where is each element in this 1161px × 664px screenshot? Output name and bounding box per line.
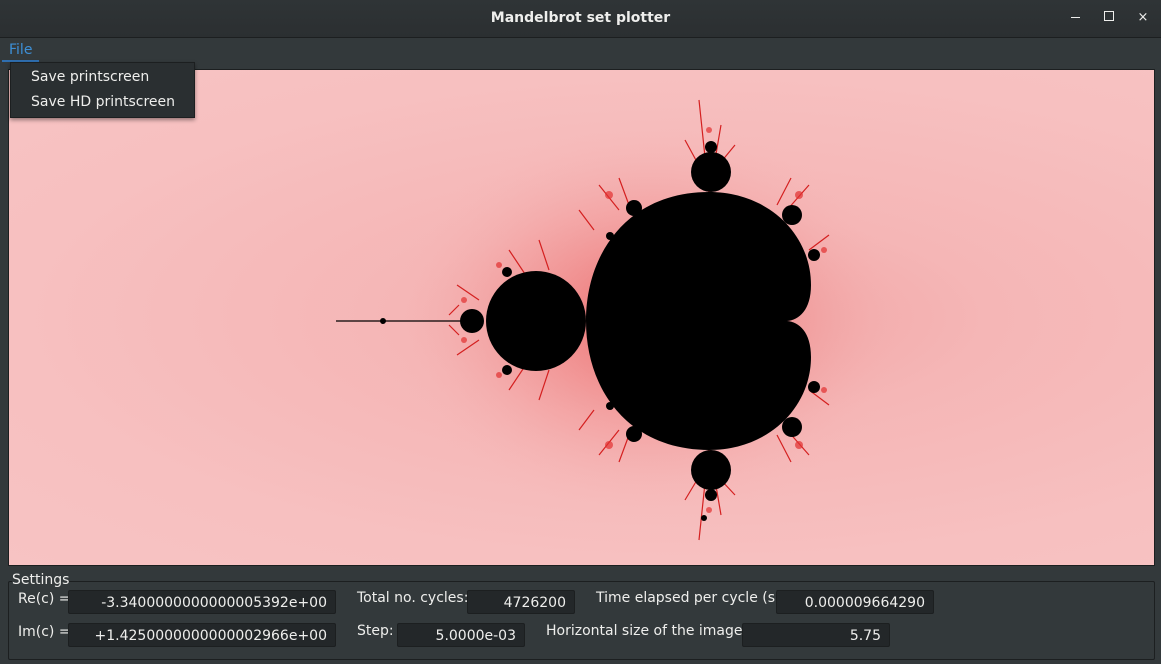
cycles-field[interactable]: 4726200 [467,590,575,614]
re-label: Re(c) = [18,591,71,607]
main-cardioid [586,192,811,450]
cycles-label: Total no. cycles: [357,590,469,606]
app-window: Mandelbrot set plotter × File Save print… [0,0,1161,664]
period-4-bulb [460,309,484,333]
minimize-icon [1070,16,1080,19]
im-label: Im(c) = [18,624,71,640]
menu-item-save-printscreen[interactable]: Save printscreen [31,69,149,85]
title-bar[interactable]: Mandelbrot set plotter × [0,0,1161,38]
period-2-bulb [486,271,586,371]
hsize-field[interactable]: 5.75 [742,623,890,647]
maximize-button[interactable] [1099,8,1119,28]
time-label: Time elapsed per cycle (s): [596,590,786,606]
im-field[interactable]: +1.4250000000000002966e+00 [68,623,336,647]
close-button[interactable]: × [1133,8,1153,28]
bottom-bulb [691,450,731,490]
mandelbrot-plot[interactable] [8,69,1155,566]
maximize-icon [1104,11,1114,21]
re-field[interactable]: -3.3400000000000005392e+00 [68,590,336,614]
minimize-button[interactable] [1065,8,1085,28]
settings-legend: Settings [12,572,70,588]
mandelbrot-image [336,99,909,541]
menu-bar: File [0,38,1161,62]
window-title: Mandelbrot set plotter [490,10,671,26]
step-field[interactable]: 5.0000e-03 [397,623,525,647]
menu-item-save-hd-printscreen[interactable]: Save HD printscreen [31,94,175,110]
hsize-label: Horizontal size of the image: [546,623,748,639]
time-field[interactable]: 0.000009664290 [776,590,934,614]
file-menu-dropdown: Save printscreen Save HD printscreen [10,62,195,118]
menu-file[interactable]: File [2,40,40,62]
close-icon: × [1137,10,1149,25]
minibrot [380,318,386,324]
top-bulb [691,152,731,192]
step-label: Step: [357,623,394,639]
